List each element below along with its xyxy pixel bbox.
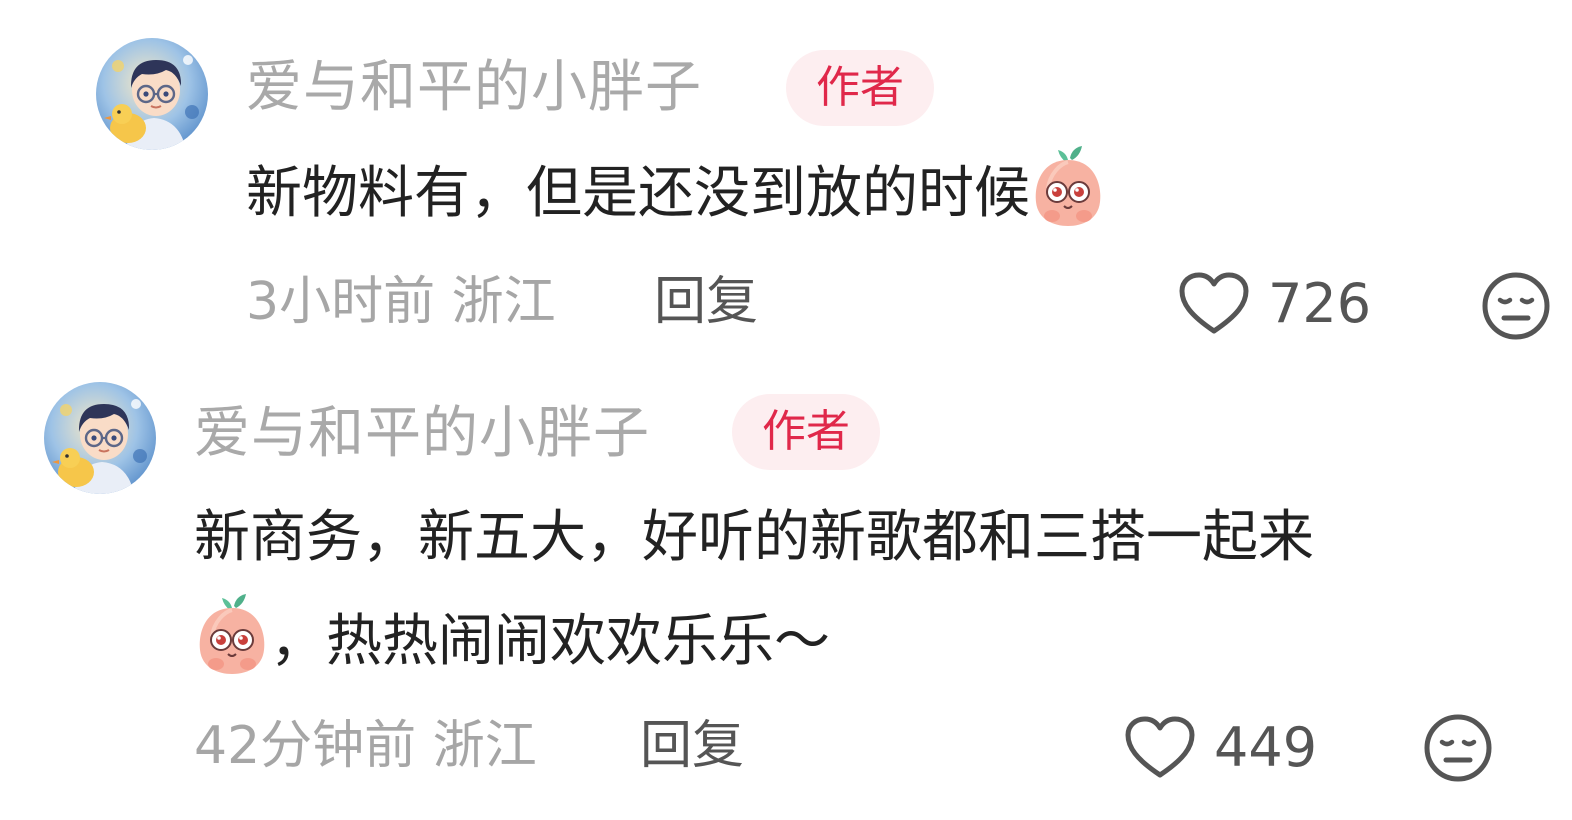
comment-location: 浙江 (451, 272, 556, 332)
comment-meta: 42分钟前 浙江 (194, 716, 537, 776)
comment-meta: 3小时前 浙江 (246, 272, 556, 332)
heart-icon (1125, 716, 1195, 778)
like-count: 449 (1214, 716, 1318, 779)
like-button[interactable]: 449 (1124, 712, 1317, 784)
reply-button[interactable]: 回复 (640, 716, 744, 776)
heart-icon (1179, 272, 1249, 334)
comment-text: ，热热闹闹欢欢乐乐～ (270, 609, 830, 674)
comment-text-line: ，热热闹闹欢欢乐乐～ (194, 590, 1314, 694)
peach-emoji-icon (1030, 144, 1106, 228)
author-badge: 作者 (732, 394, 880, 470)
avatar[interactable] (44, 382, 156, 494)
comment-content: 新物料有，但是还没到放的时候 (246, 142, 1106, 246)
reply-button[interactable]: 回复 (654, 272, 758, 332)
meh-face-icon (1424, 714, 1492, 782)
comment-time: 3小时前 (246, 272, 436, 332)
like-button[interactable]: 726 (1178, 268, 1371, 340)
comment-content: 新商务，新五大，好听的新歌都和三搭一起来 ，热热闹闹欢欢乐乐～ (194, 486, 1314, 694)
like-count: 726 (1268, 272, 1372, 335)
comment-text: 新物料有，但是还没到放的时候 (246, 161, 1030, 226)
peach-emoji-icon (194, 592, 270, 676)
avatar[interactable] (96, 38, 208, 150)
comment-location: 浙江 (432, 716, 537, 776)
meh-face-icon (1482, 272, 1550, 340)
author-badge: 作者 (786, 50, 934, 126)
comment-time: 42分钟前 (194, 716, 417, 776)
dislike-button[interactable] (1480, 270, 1552, 342)
dislike-button[interactable] (1422, 712, 1494, 784)
username[interactable]: 爱与和平的小胖子 (194, 402, 650, 466)
avatar-icon (96, 38, 208, 150)
username[interactable]: 爱与和平的小胖子 (246, 56, 702, 120)
avatar-icon (44, 382, 156, 494)
comment-text-line: 新商务，新五大，好听的新歌都和三搭一起来 (194, 505, 1314, 570)
